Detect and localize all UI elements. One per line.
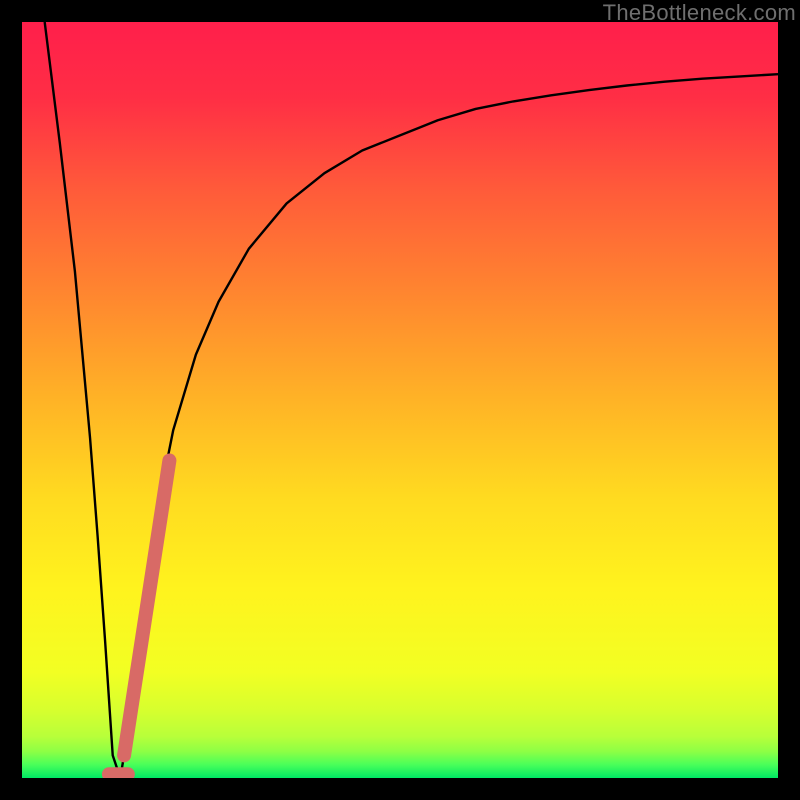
watermark-text: TheBottleneck.com xyxy=(603,0,796,26)
bottleneck-chart xyxy=(22,22,778,778)
plot-area xyxy=(22,22,778,778)
chart-frame: TheBottleneck.com xyxy=(0,0,800,800)
